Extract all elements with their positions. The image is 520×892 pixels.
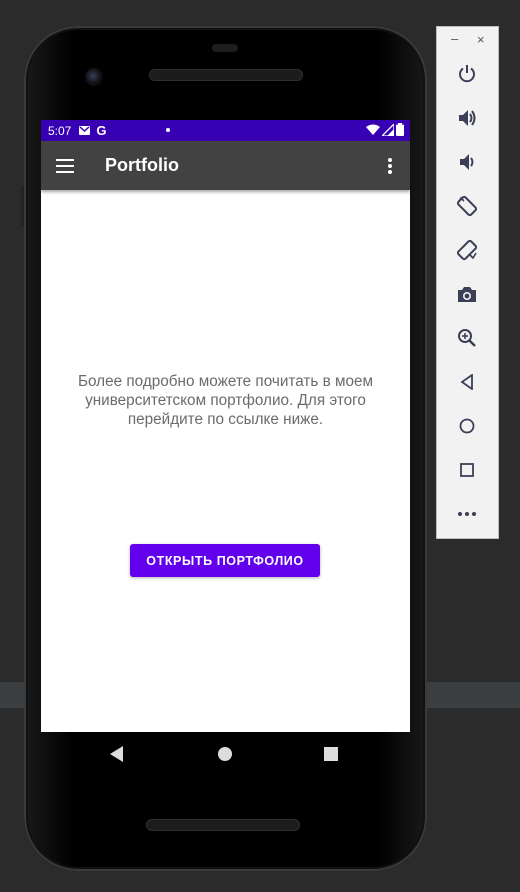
status-bar: 5:07 G bbox=[41, 120, 410, 141]
recents-icon[interactable] bbox=[323, 746, 339, 762]
home-icon[interactable] bbox=[456, 415, 478, 437]
volume-up-icon[interactable] bbox=[456, 107, 478, 129]
wifi-icon bbox=[366, 124, 380, 135]
notification-dot-icon bbox=[166, 128, 170, 132]
home-icon[interactable] bbox=[217, 746, 233, 762]
app-title: Portfolio bbox=[105, 155, 179, 175]
side-button bbox=[21, 186, 24, 226]
power-icon[interactable] bbox=[456, 63, 478, 85]
overview-icon[interactable] bbox=[456, 459, 478, 481]
camera-icon[interactable] bbox=[456, 283, 478, 305]
overflow-menu-button[interactable] bbox=[378, 153, 402, 179]
bottom-speaker bbox=[146, 819, 300, 831]
volume-down-icon[interactable] bbox=[456, 151, 478, 173]
description-text: Более подробно можете почитать в моем ун… bbox=[77, 373, 374, 428]
rotate-right-icon[interactable] bbox=[456, 239, 478, 261]
gmail-icon bbox=[79, 126, 91, 135]
top-speaker bbox=[149, 69, 303, 81]
app-bar: Portfolio bbox=[41, 141, 410, 190]
phone-earpiece bbox=[212, 44, 238, 52]
minimize-button[interactable]: – bbox=[451, 31, 458, 46]
open-portfolio-button[interactable]: ОТКРЫТЬ ПОРТФОЛИО bbox=[130, 544, 320, 577]
front-camera bbox=[85, 68, 103, 86]
emulator-toolbar: – × bbox=[436, 26, 499, 539]
main-content: Более подробно можете почитать в моем ун… bbox=[41, 190, 410, 732]
more-icon[interactable] bbox=[456, 503, 478, 525]
status-icons-right bbox=[366, 123, 404, 136]
back-icon[interactable] bbox=[109, 746, 125, 762]
google-icon: G bbox=[96, 123, 107, 138]
status-time: 5:07 bbox=[48, 123, 72, 138]
close-button[interactable]: × bbox=[477, 32, 485, 47]
zoom-icon[interactable] bbox=[456, 327, 478, 349]
toolbar-window-controls: – × bbox=[437, 31, 498, 47]
menu-button[interactable] bbox=[51, 153, 79, 179]
device-screen: 5:07 G Portfolio Более подробно можете п… bbox=[41, 120, 410, 732]
more-vert-icon bbox=[388, 158, 392, 174]
rotate-left-icon[interactable] bbox=[456, 195, 478, 217]
hamburger-menu-icon bbox=[56, 159, 74, 173]
back-icon[interactable] bbox=[456, 371, 478, 393]
battery-icon bbox=[396, 123, 404, 136]
navigation-bar bbox=[41, 733, 410, 775]
signal-icon bbox=[382, 123, 394, 136]
